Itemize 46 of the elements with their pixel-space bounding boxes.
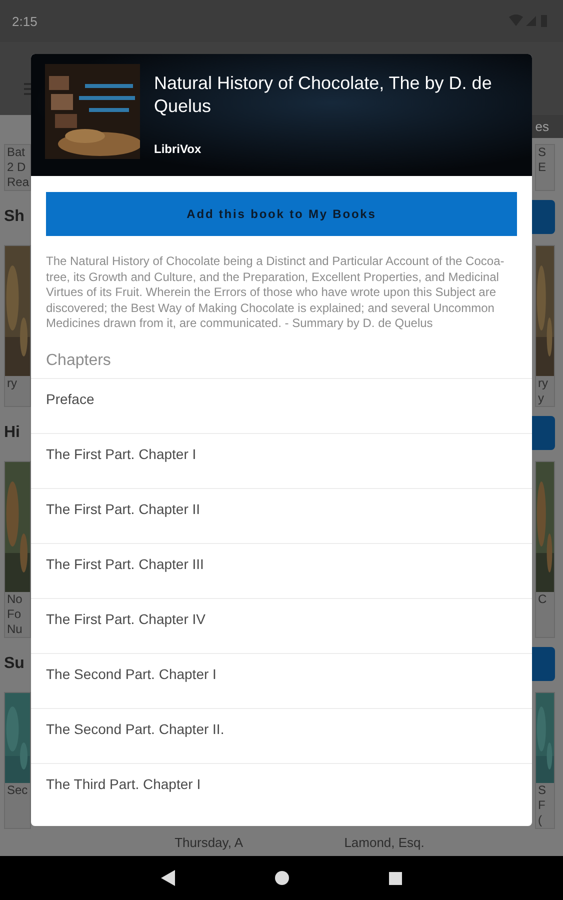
chapter-item[interactable]: The First Part. Chapter III [31,542,532,598]
chapter-item[interactable]: The Third Part. Chapter I [31,762,532,818]
book-card[interactable]: ry y [535,245,555,407]
book-card[interactable]: ry [4,245,31,407]
card-text: E [537,160,548,175]
chapter-item[interactable]: The First Part. Chapter I [31,432,532,488]
section-heading: Hi [4,424,20,442]
home-icon[interactable] [275,871,289,885]
book-title: Natural History of Chocolate, The by D. de Quelus [154,72,493,118]
status-time: 2:15 [12,14,38,28]
recents-icon[interactable] [389,872,402,884]
book-card[interactable]: S F ( [535,692,555,829]
chapters-heading: Chapters [46,352,112,370]
book-card[interactable]: S E [535,144,555,191]
card-text: F [537,798,546,813]
book-card[interactable]: Sec [4,692,31,829]
chapter-item[interactable]: The First Part. Chapter IV [31,598,532,652]
card-text: ry [537,376,549,391]
section-heading: Su [4,655,24,673]
card-text: Nu [6,622,24,637]
card-text: Fo [6,607,22,622]
section-heading: Sh [4,208,24,226]
card-text: Bat [6,145,26,160]
card-text: Sec [6,783,29,798]
chapter-item[interactable]: Preface [31,378,532,432]
publisher-label: LibriVox [154,142,202,156]
chapter-item[interactable]: The First Part. Chapter II [31,488,532,542]
card-text: Lamond, Esq. [344,835,424,850]
book-card[interactable]: No Fo Nu [4,461,31,638]
card-text: C [537,592,548,607]
book-card[interactable]: C [535,461,555,638]
card-text: ( [537,813,543,828]
card-text: Thursday, A [174,835,243,850]
card-text: 2 D [6,160,27,175]
card-text: Rea [6,175,30,190]
card-text: No [6,592,24,607]
card-text: y [537,391,545,406]
chapter-item[interactable]: The Second Part. Chapter II. [31,708,532,762]
book-card[interactable]: Bat 2 D Rea [4,144,31,191]
book-description: The Natural History of Chocolate being a Distinct and Particular Account of the Cocoa-tree, its Growth and Culture, and the Preparation, Excellent Properties, and Medicinal Virtues of its Fruit. Wherein the Errors of those who have wrote upon this Subject are discovered; the Best Way of Making Chocolate is explained; and several Uncommon Medicines drawn from it, are communicated. - Summary by D. de Quelus [46,254,506,332]
back-icon[interactable] [161,870,175,886]
card-text: S [537,783,548,798]
add-to-my-books-button[interactable]: Add this book to My Books [46,192,517,236]
card-text: ry [6,376,18,391]
chapter-item[interactable]: The Second Part. Chapter I [31,652,532,708]
card-text: S [537,145,548,160]
